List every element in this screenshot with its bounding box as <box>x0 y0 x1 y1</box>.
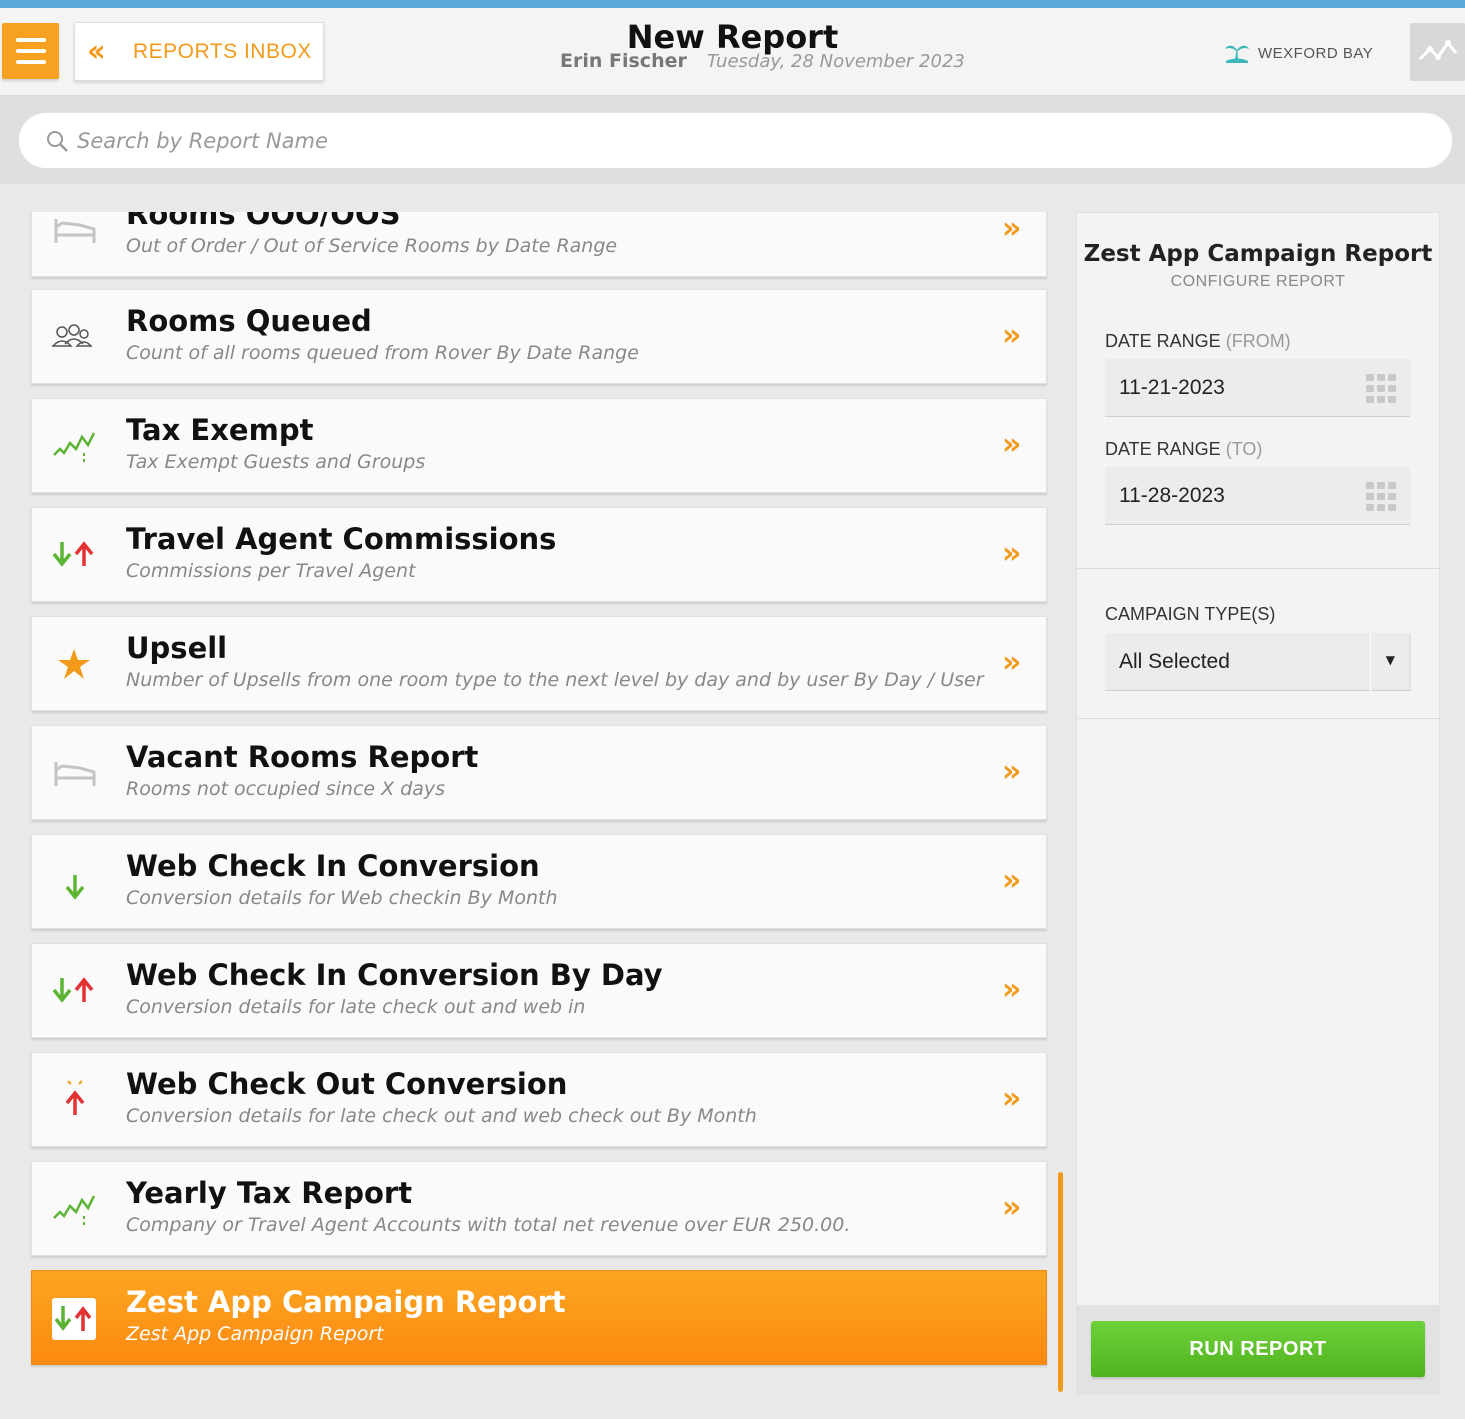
report-description: Zest App Campaign Report <box>126 1323 384 1345</box>
business-date: Tuesday, 28 November 2023 <box>706 51 965 72</box>
hotel-name: WEXFORD BAY <box>1258 44 1374 62</box>
panel-divider <box>1077 718 1439 719</box>
header-subline: Erin Fischer Tuesday, 28 November 2023 <box>560 50 965 72</box>
search-bar-container <box>0 96 1465 184</box>
trend-icon <box>53 432 96 463</box>
date-to-label-text: DATE RANGE <box>1105 439 1221 459</box>
chevron-right-icon: » <box>1002 645 1022 680</box>
user-name: Erin Fischer <box>560 50 687 72</box>
report-description: Conversion details for Web checkin By Mo… <box>126 887 558 909</box>
report-title: Rooms OOO/OOS <box>126 212 401 231</box>
report-item-zest-app-campaign-report[interactable]: Zest App Campaign Report Zest App Campai… <box>31 1270 1047 1365</box>
selected-icon-badge <box>52 1298 96 1340</box>
date-from-field[interactable]: 11-21-2023 <box>1105 359 1410 417</box>
guests-icon <box>51 324 93 347</box>
report-description: Rooms not occupied since X days <box>126 778 446 800</box>
chevron-right-icon: » <box>1002 754 1022 789</box>
search-input[interactable] <box>77 128 1377 153</box>
bed-icon <box>54 219 96 243</box>
caret-down-icon: ▼ <box>1385 653 1395 667</box>
panel-divider <box>1077 568 1439 569</box>
arrows-up-down-icon <box>52 541 94 567</box>
report-description: Company or Travel Agent Accounts with to… <box>126 1214 851 1236</box>
report-title: Web Check Out Conversion <box>126 1067 568 1101</box>
chevron-right-icon: » <box>1002 536 1022 571</box>
report-title: Upsell <box>126 631 228 665</box>
calendar-icon[interactable] <box>1366 482 1396 512</box>
search-icon <box>47 130 68 152</box>
report-list[interactable]: Rooms OOO/OOS Out of Order / Out of Serv… <box>0 212 1060 1419</box>
run-report-bar: RUN REPORT <box>1077 1305 1439 1393</box>
report-item-web-check-in-conversion[interactable]: Web Check In Conversion Conversion detai… <box>31 834 1047 929</box>
date-to-value: 11-28-2023 <box>1119 483 1225 507</box>
calendar-icon[interactable] <box>1366 374 1396 404</box>
chevron-right-icon: » <box>1002 1190 1022 1225</box>
chevron-right-icon: » <box>1002 212 1022 246</box>
panel-subtitle: CONFIGURE REPORT <box>1170 273 1346 290</box>
campaign-type-label: CAMPAIGN TYPE(S) <box>1105 604 1276 624</box>
chevron-right-icon: » <box>1002 318 1022 353</box>
campaign-type-value: All Selected <box>1119 649 1230 673</box>
report-item-rooms-ooo-oos[interactable]: Rooms OOO/OOS Out of Order / Out of Serv… <box>31 212 1047 277</box>
date-from-label-text: DATE RANGE <box>1105 331 1221 351</box>
report-description: Commissions per Travel Agent <box>126 560 416 582</box>
pulse-graph-icon <box>1418 40 1458 61</box>
bed-icon <box>54 762 96 786</box>
report-description: Conversion details for late check out an… <box>126 1105 757 1127</box>
arrow-down-icon <box>65 875 85 900</box>
arrows-up-down-icon <box>54 1306 92 1331</box>
report-item-vacant-rooms-report[interactable]: Vacant Rooms Report Rooms not occupied s… <box>31 725 1047 820</box>
activity-graph-button[interactable] <box>1410 23 1465 81</box>
report-description: Tax Exempt Guests and Groups <box>126 451 426 473</box>
date-from-value: 11-21-2023 <box>1119 375 1225 399</box>
panel-title: Zest App Campaign Report <box>1083 241 1433 267</box>
arrows-up-down-icon <box>52 977 94 1003</box>
report-title: Zest App Campaign Report <box>126 1285 566 1319</box>
arrow-up-icon <box>65 1080 85 1115</box>
report-item-upsell[interactable]: Upsell Number of Upsells from one room t… <box>31 616 1047 711</box>
report-description: Number of Upsells from one room type to … <box>126 669 984 691</box>
report-item-travel-agent-commissions[interactable]: Travel Agent Commissions Commissions per… <box>31 507 1047 602</box>
trend-icon <box>53 1195 96 1226</box>
report-title: Vacant Rooms Report <box>126 740 479 774</box>
report-title: Tax Exempt <box>126 413 314 447</box>
date-from-hint: (FROM) <box>1225 331 1291 351</box>
hotel-selector[interactable]: WEXFORD BAY <box>1224 42 1373 64</box>
report-description: Out of Order / Out of Service Rooms by D… <box>126 235 618 257</box>
star-icon <box>58 649 90 679</box>
top-accent-line <box>0 0 1465 8</box>
report-title: Travel Agent Commissions <box>126 522 557 556</box>
report-title: Web Check In Conversion By Day <box>126 958 663 992</box>
report-item-rooms-queued[interactable]: Rooms Queued Count of all rooms queued f… <box>31 289 1047 384</box>
date-to-label: DATE RANGE (TO) <box>1105 439 1262 460</box>
chevron-right-icon: » <box>1002 863 1022 898</box>
date-to-hint: (TO) <box>1225 439 1263 459</box>
chevron-right-icon: » <box>1002 427 1022 462</box>
report-title: Web Check In Conversion <box>126 849 540 883</box>
report-item-yearly-tax-report[interactable]: Yearly Tax Report Company or Travel Agen… <box>31 1161 1047 1256</box>
chevron-right-icon: » <box>1002 972 1022 1007</box>
report-title: Rooms Queued <box>126 304 372 338</box>
report-item-tax-exempt[interactable]: Tax Exempt Tax Exempt Guests and Groups … <box>31 398 1047 493</box>
select-separator <box>1370 633 1371 691</box>
report-item-web-check-in-conversion-by-day[interactable]: Web Check In Conversion By Day Conversio… <box>31 943 1047 1038</box>
chevron-right-icon: » <box>1002 1081 1022 1116</box>
report-description: Count of all rooms queued from Rover By … <box>126 342 639 364</box>
date-from-label: DATE RANGE (FROM) <box>1105 331 1291 352</box>
report-item-web-check-out-conversion[interactable]: Web Check Out Conversion Conversion deta… <box>31 1052 1047 1147</box>
report-title: Yearly Tax Report <box>126 1176 413 1210</box>
header-bar: ‹‹ REPORTS INBOX New Report Erin Fischer… <box>0 8 1465 96</box>
campaign-type-select[interactable]: All Selected ▼ <box>1105 633 1411 691</box>
configure-report-panel: Zest App Campaign Report CONFIGURE REPOR… <box>1076 212 1440 1394</box>
date-to-field[interactable]: 11-28-2023 <box>1105 467 1410 525</box>
search-box[interactable] <box>18 112 1453 169</box>
palm-island-icon <box>1225 45 1249 63</box>
report-description: Conversion details for late check out an… <box>126 996 586 1018</box>
run-report-button[interactable]: RUN REPORT <box>1091 1321 1425 1377</box>
list-scrollbar[interactable] <box>1058 1172 1063 1392</box>
